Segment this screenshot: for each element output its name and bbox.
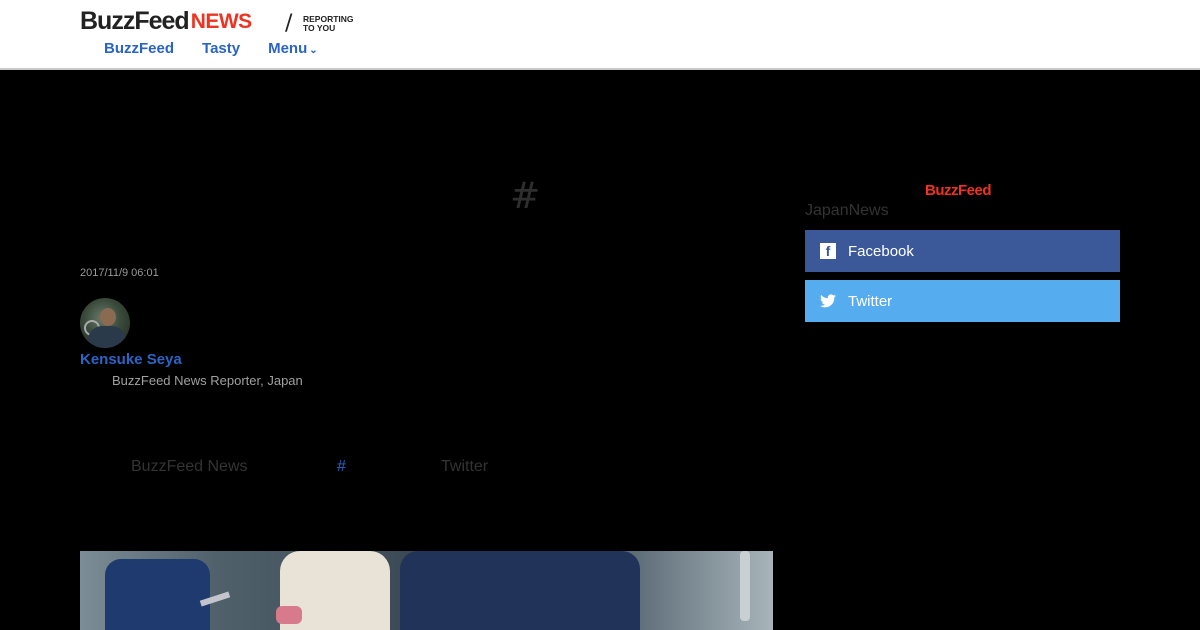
intro-text-buzzfeed-news: BuzzFeed News — [131, 458, 248, 475]
facebook-button-label: Facebook — [848, 242, 914, 260]
tagline-line2: TO YOU — [303, 23, 336, 33]
facebook-follow-button[interactable]: f Facebook — [805, 230, 1120, 272]
hashtag-link[interactable]: # — [337, 458, 346, 476]
logo-tagline: REPORTING TO YOU — [303, 15, 354, 33]
avatar-body — [88, 326, 126, 348]
logo-news-text: NEWS — [190, 10, 253, 33]
logo-buzzfeed-text: BuzzFeed — [80, 7, 190, 35]
nav-tasty-link[interactable]: Tasty — [202, 40, 240, 57]
twitter-icon — [820, 293, 836, 309]
author-avatar[interactable] — [80, 298, 130, 348]
buzzfeed-news-logo[interactable]: BuzzFeed NEWS / REPORTING TO YOU — [80, 7, 354, 36]
avatar-face — [100, 308, 116, 326]
photo-ribbon-bow — [276, 606, 302, 624]
article-area: # 2017/11/9 06:01 Kensuke Seya BuzzFeed … — [0, 72, 1200, 630]
nav-menu-label: Menu — [268, 40, 308, 57]
nav-menu-button[interactable]: Menu ⌄ — [268, 40, 318, 57]
photo-person-left — [105, 559, 210, 630]
sidebar-japannews-label: JapanNews — [805, 202, 889, 219]
nav-buzzfeed-link[interactable]: BuzzFeed — [104, 40, 174, 57]
site-header: BuzzFeed NEWS / REPORTING TO YOU BuzzFee… — [0, 0, 1200, 70]
facebook-icon: f — [820, 243, 836, 259]
top-nav: BuzzFeed Tasty Menu ⌄ — [104, 40, 318, 57]
chevron-down-icon: ⌄ — [309, 45, 318, 56]
photo-person-right — [400, 551, 640, 630]
photo-handrail — [740, 551, 750, 621]
article-timestamp: 2017/11/9 06:01 — [80, 267, 159, 279]
twitter-button-label: Twitter — [848, 292, 893, 310]
sidebar-buzzfeed-logo: BuzzFeed — [925, 182, 992, 199]
author-name-link[interactable]: Kensuke Seya — [80, 351, 182, 368]
intro-text-twitter: Twitter — [441, 458, 489, 475]
author-role: BuzzFeed News Reporter, Japan — [112, 373, 303, 388]
article-title: # — [510, 176, 541, 217]
twitter-follow-button[interactable]: Twitter — [805, 280, 1120, 322]
article-photo — [80, 551, 773, 630]
logo-slash: / — [285, 11, 293, 36]
